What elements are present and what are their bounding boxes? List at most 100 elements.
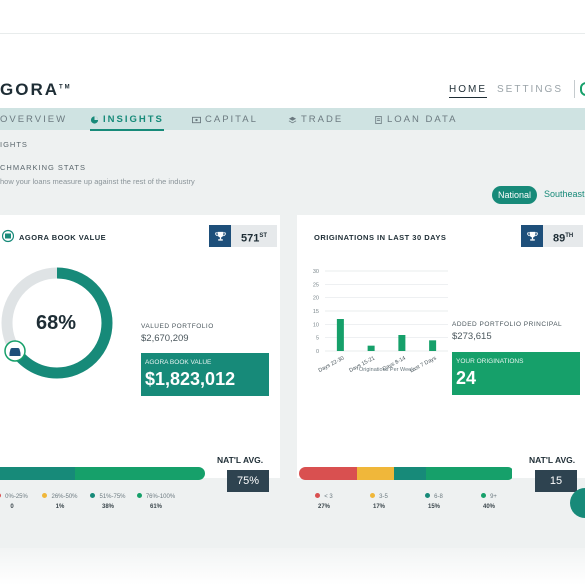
x-axis-label: Originations Per Week — [359, 367, 414, 373]
legend-label: 6-8 — [434, 494, 443, 500]
bottom-bezel — [0, 548, 585, 585]
originations-card: ORIGINATIONS IN LAST 30 DAYS 89TH 30 25 20… — [297, 215, 585, 510]
nav-divider — [574, 80, 575, 98]
toggle-southeast[interactable]: Southeast — [544, 189, 585, 199]
layers-icon — [288, 116, 297, 123]
app-screen: GORATM HOME SETTINGS OVERVIEW INSIGHTS C… — [0, 62, 585, 548]
y-tick-label: 0 — [316, 349, 319, 355]
tab-capital[interactable]: CAPITAL — [192, 114, 258, 125]
nat-avg-value: 75% — [227, 470, 269, 492]
legend-item: < 3 27% — [302, 493, 346, 510]
legend-percent: 27% — [317, 504, 330, 510]
legend-item: 51%-75% 38% — [86, 493, 130, 510]
bar — [367, 345, 375, 351]
bar — [429, 340, 437, 351]
logo[interactable]: GORATM — [0, 80, 72, 100]
bar-segment — [0, 467, 76, 480]
x-tick-label: Days 22-30 — [318, 355, 346, 373]
legend-label: 3-5 — [379, 494, 388, 500]
cash-icon — [192, 116, 201, 123]
donut-value: 68% — [36, 312, 77, 334]
legend-label: 0%-25% — [5, 494, 28, 500]
legend-dot — [370, 493, 376, 498]
book-value-box: AGORA BOOK VALUE $1,823,012 — [141, 353, 269, 396]
legend-label: 51%-75% — [99, 494, 126, 500]
legend-dot — [136, 493, 142, 498]
legend-item: 9+ 40% — [467, 493, 511, 510]
added-principal-value: $273,615 — [452, 331, 492, 342]
bar-segment — [299, 467, 358, 480]
legend-dot — [425, 493, 431, 498]
y-tick-label: 10 — [313, 322, 319, 328]
nat-avg-value: 15 — [535, 470, 577, 492]
legend-item: 3-5 17% — [357, 493, 401, 510]
help-button[interactable] — [570, 488, 585, 518]
legend-percent: 40% — [482, 504, 495, 510]
app-header: GORATM HOME SETTINGS — [0, 62, 585, 108]
rank-value: 89TH — [543, 225, 584, 247]
legend-dot — [481, 493, 487, 498]
tab-loan-data[interactable]: LOAN DATA — [374, 114, 457, 125]
y-tick-label: 20 — [313, 296, 319, 302]
y-tick-label: 30 — [313, 269, 319, 275]
bar-segment — [425, 467, 512, 480]
card-title: ORIGINATIONS IN LAST 30 DAYS — [314, 233, 447, 242]
bar-segment — [393, 467, 426, 480]
rank-badge: 89TH — [521, 225, 584, 247]
nav-home[interactable]: HOME — [449, 84, 487, 98]
y-tick-label: 5 — [316, 336, 319, 342]
toggle-national[interactable]: National — [492, 186, 537, 204]
tab-insights[interactable]: INSIGHTS — [90, 114, 164, 131]
section-subtitle: how your loans measure up against the re… — [0, 177, 195, 186]
nat-avg-label: NAT'L AVG. — [529, 455, 576, 465]
tab-trade[interactable]: TRADE — [288, 114, 343, 125]
pie-chart-icon — [90, 115, 99, 124]
bar — [398, 335, 406, 351]
legend-item: 6-8 15% — [412, 493, 456, 510]
originations-distribution-bar — [299, 467, 514, 480]
legend-label: 9+ — [490, 494, 497, 500]
book-value-label: AGORA BOOK VALUE — [145, 359, 212, 366]
valued-portfolio-label: VALUED PORTFOLIO — [141, 323, 214, 330]
your-originations-value: 24 — [456, 368, 477, 388]
legend-label: < 3 — [324, 494, 333, 500]
originations-bar-chart: 302520151050Days 22-30 Days 15-21 Days 8-1… — [313, 269, 448, 373]
sub-navigation: OVERVIEW INSIGHTS CAPITAL TRADE LOAN DAT… — [0, 108, 585, 131]
book-value-amount: $1,823,012 — [145, 369, 236, 389]
legend-percent: 61% — [149, 504, 162, 510]
added-principal-label: ADDED PORTFOLIO PRINCIPAL — [452, 321, 563, 328]
nav-settings[interactable]: SETTINGS — [497, 84, 563, 95]
valued-portfolio-value: $2,670,209 — [141, 333, 189, 344]
y-tick-label: 25 — [313, 282, 319, 288]
legend-dot — [90, 493, 96, 498]
legend-dot — [315, 493, 321, 498]
legend-dot — [42, 493, 48, 498]
your-originations-box: YOUR ORIGINATIONS 24 — [452, 352, 580, 395]
your-originations-label: YOUR ORIGINATIONS — [456, 358, 524, 365]
card-title: AGORA BOOK VALUE — [19, 233, 107, 242]
bar-segment — [75, 467, 205, 480]
legend-item: 76%-100% 61% — [134, 493, 178, 510]
legend-dot — [0, 493, 2, 498]
device-frame: GORATM HOME SETTINGS OVERVIEW INSIGHTS C… — [0, 0, 585, 585]
legend-percent: 17% — [372, 504, 385, 510]
book-value-distribution-bar — [0, 467, 205, 480]
legend-label: 26%-50% — [51, 494, 78, 500]
user-status-icon[interactable] — [580, 82, 585, 96]
tab-overview[interactable]: OVERVIEW — [0, 114, 67, 125]
trophy-icon — [214, 231, 226, 241]
legend-item: 26%-50% 1% — [38, 493, 82, 510]
legend-percent: 1% — [55, 504, 65, 510]
legend-item: 0%-25% 0 — [0, 493, 34, 510]
document-icon — [375, 115, 382, 124]
rank-badge: 571ST — [209, 225, 278, 247]
top-bezel — [0, 0, 585, 34]
trophy-icon — [526, 231, 538, 241]
legend-percent: 38% — [101, 504, 114, 510]
breadcrumb[interactable]: IGHTS — [0, 140, 28, 149]
bar — [336, 319, 344, 351]
bar-segment — [357, 467, 394, 480]
badge-icon — [2, 229, 14, 243]
section-title: CHMARKING STATS — [0, 163, 86, 172]
book-value-card: AGORA BOOK VALUE 571ST 68% VALUED PORTFO… — [0, 215, 280, 510]
